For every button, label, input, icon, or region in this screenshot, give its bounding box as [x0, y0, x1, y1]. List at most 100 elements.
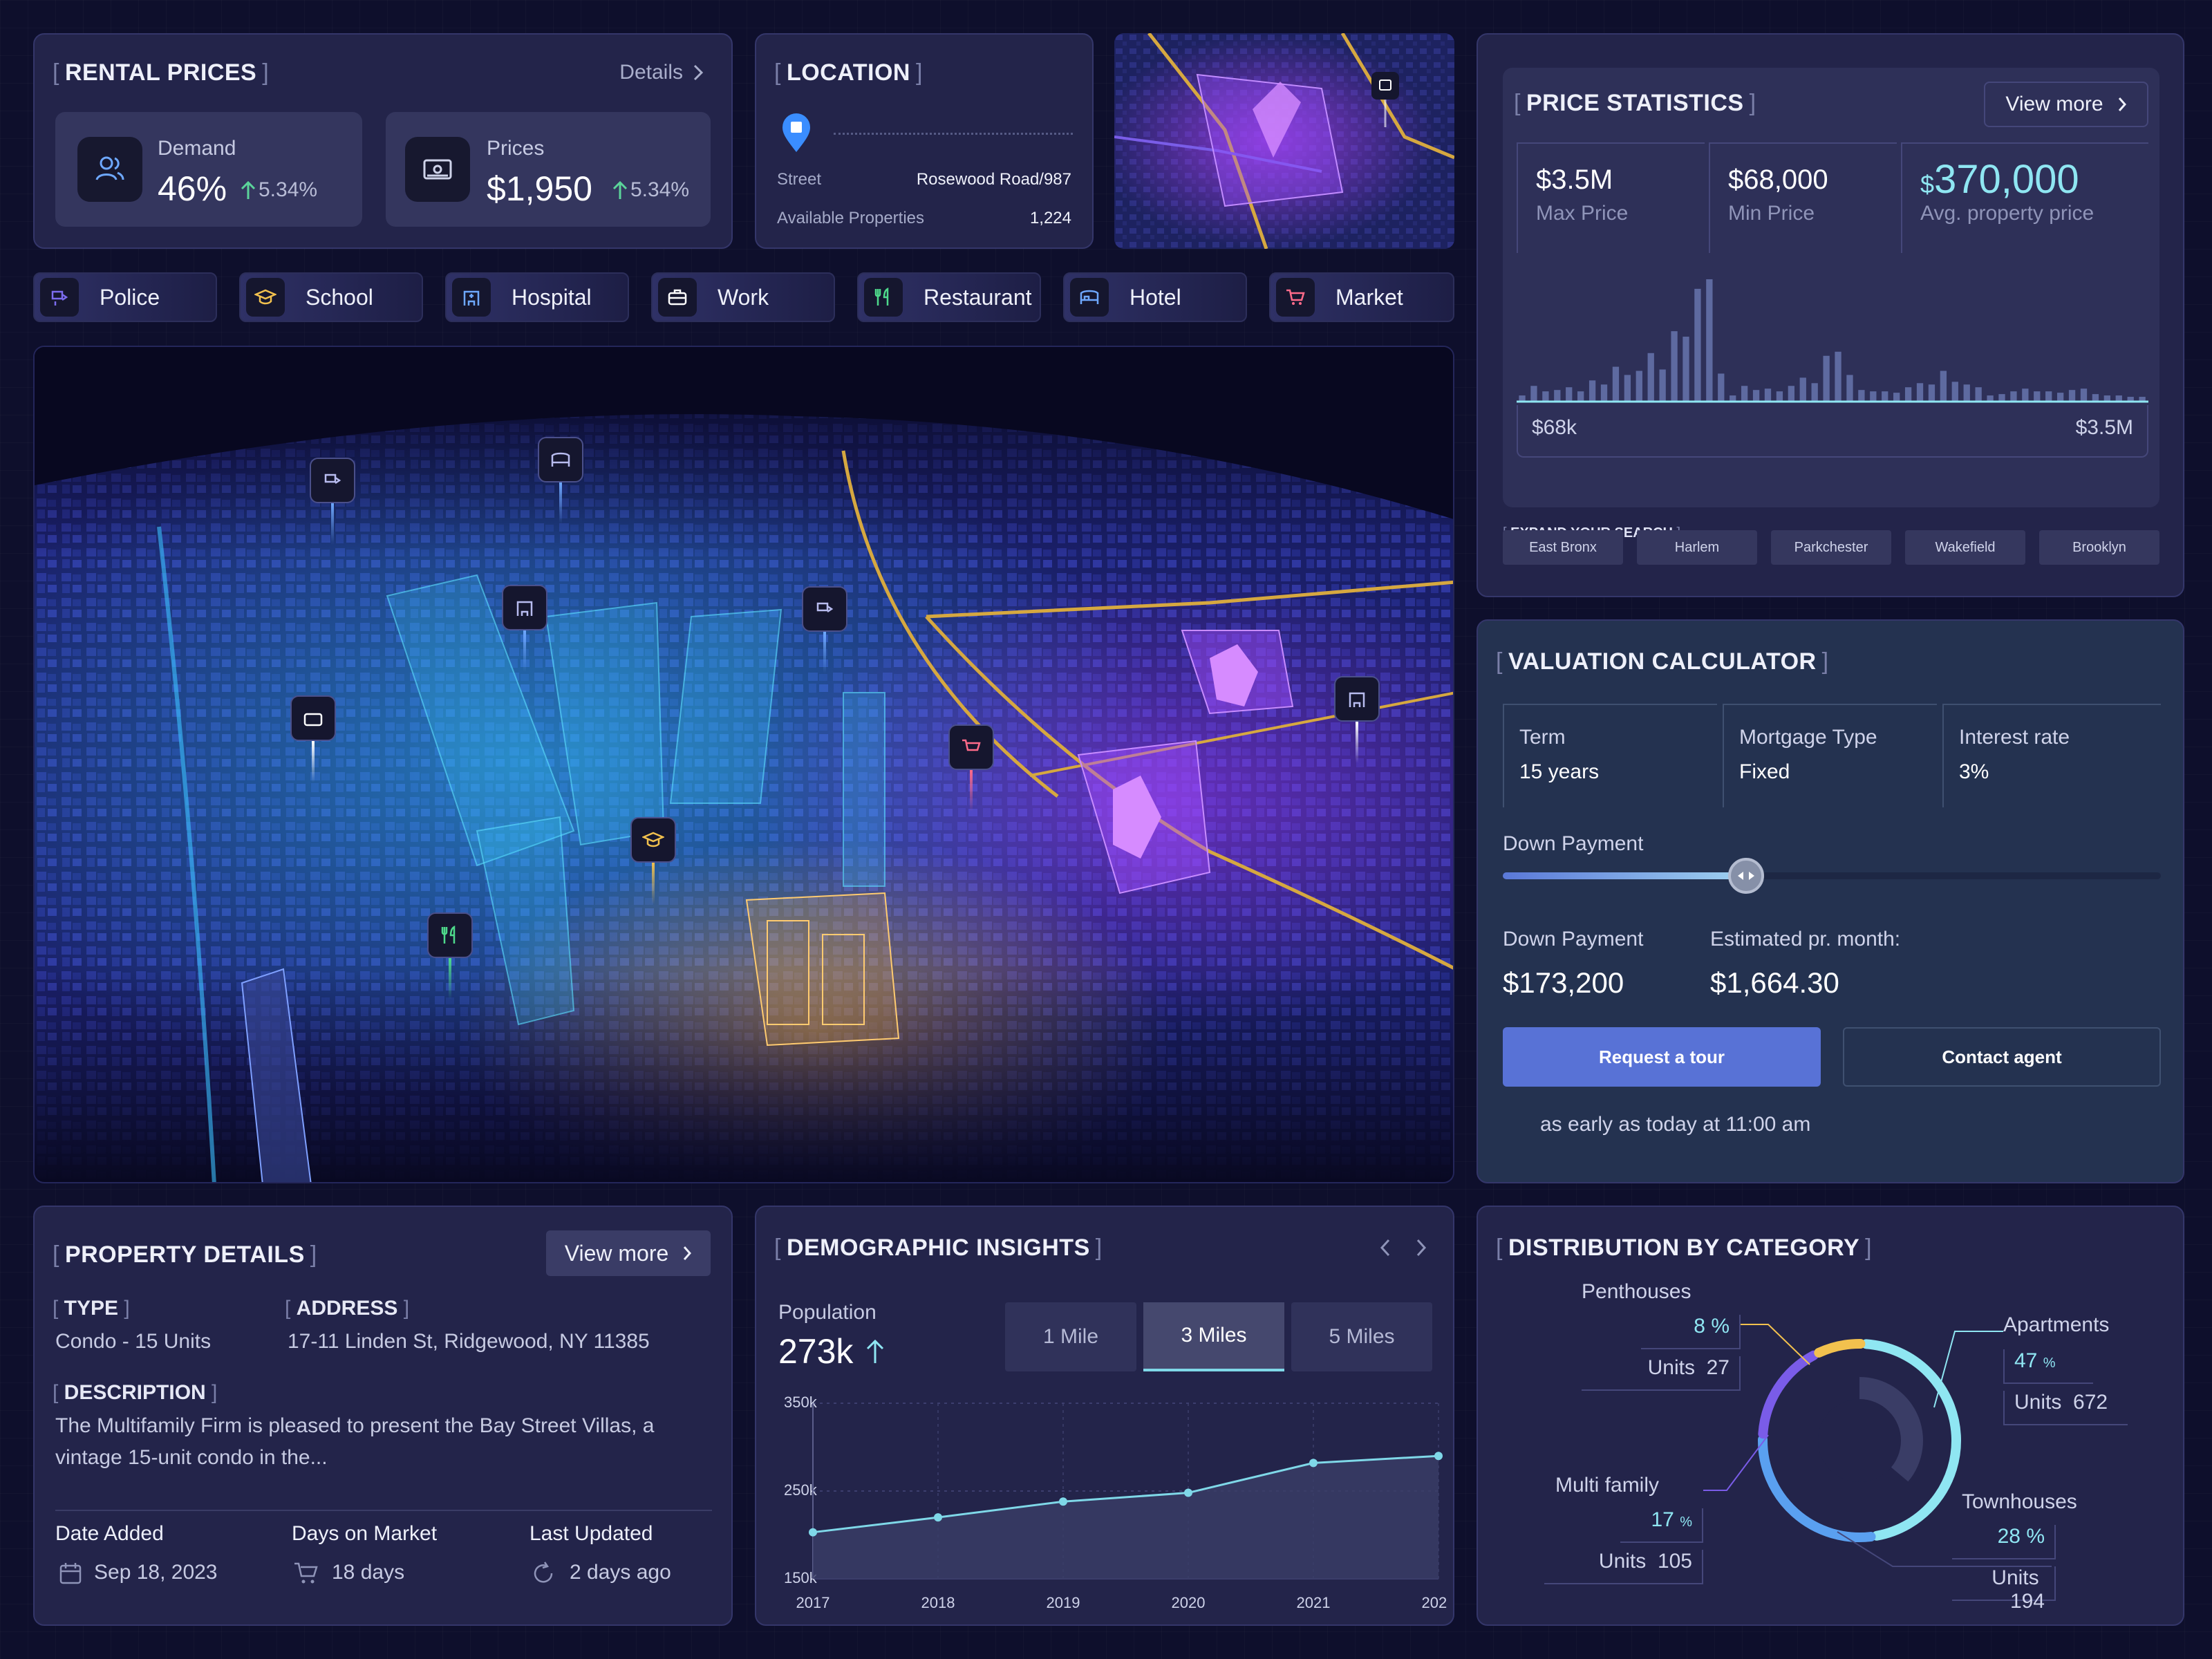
- distribution-panel: DISTRIBUTION BY CATEGORY Penthouses 8 % …: [1477, 1206, 2184, 1626]
- chip-market-label: Market: [1335, 284, 1403, 310]
- mini-map[interactable]: [1114, 33, 1454, 249]
- range-max-label: $3.5M: [2075, 416, 2133, 439]
- rental-prices-title: RENTAL PRICES: [53, 59, 269, 86]
- interest-rate-field[interactable]: Interest rate 3%: [1942, 704, 2161, 807]
- term-label: Term: [1519, 726, 1566, 749]
- chip-school[interactable]: School: [239, 272, 423, 322]
- request-tour-button[interactable]: Request a tour: [1503, 1027, 1821, 1087]
- tab-3-miles[interactable]: 3 Miles: [1143, 1302, 1284, 1371]
- penthouses-pct-value: 8: [1694, 1315, 1705, 1338]
- area-chip-parkchester[interactable]: Parkchester: [1771, 530, 1891, 565]
- penthouses-units: Units 27: [1582, 1356, 1741, 1391]
- map-pin-hospital[interactable]: [502, 585, 547, 675]
- property-view-more-label: View more: [564, 1240, 669, 1266]
- down-payment-slider[interactable]: [1503, 858, 2161, 894]
- townhouses-pct-sign: %: [2026, 1525, 2045, 1548]
- down-payment-value: $173,200: [1503, 966, 1624, 999]
- mortgage-type-value: Fixed: [1739, 760, 1790, 783]
- description-heading-text: DESCRIPTION: [64, 1381, 206, 1404]
- penthouses-pct-sign: %: [1711, 1315, 1730, 1338]
- tab-1-mile[interactable]: 1 Mile: [1005, 1302, 1136, 1371]
- histogram-bar: [1671, 331, 1678, 401]
- last-updated-value: 2 days ago: [570, 1561, 671, 1584]
- histogram-range: $68k $3.5M: [1517, 405, 2148, 458]
- term-field[interactable]: Term 15 years: [1503, 704, 1717, 807]
- donut-slice-multi-family: [1758, 1350, 1819, 1439]
- area-fill: [813, 1456, 1438, 1579]
- area-chip-wakefield[interactable]: Wakefield: [1905, 530, 2025, 565]
- apartments-units: Units 672: [2003, 1391, 2128, 1425]
- histogram-bar: [2103, 395, 2110, 401]
- townhouses-pct-value: 28: [1997, 1525, 2021, 1548]
- view-more-button[interactable]: View more: [1984, 82, 2148, 127]
- histogram-bar: [2092, 394, 2099, 401]
- histogram-bar: [1730, 395, 1736, 401]
- histogram-bar: [1928, 384, 1936, 401]
- prices-card: Prices $1,950 5.34%: [386, 112, 711, 227]
- property-view-more-button[interactable]: View more: [546, 1230, 711, 1276]
- population-value: 273k: [778, 1331, 885, 1371]
- map-pin-restaurant[interactable]: [427, 912, 473, 1002]
- interest-rate-label: Interest rate: [1959, 726, 2070, 749]
- data-point: [1309, 1459, 1318, 1468]
- police-icon: [802, 586, 847, 632]
- histogram-bar: [1683, 337, 1689, 401]
- interest-rate-value: 3%: [1959, 760, 1989, 783]
- apartments-pct-value: 47: [2014, 1349, 2038, 1372]
- map-pin-police-2[interactable]: [802, 586, 847, 676]
- chip-police-label: Police: [100, 284, 160, 310]
- demand-change-value: 5.34%: [259, 178, 318, 201]
- prices-change: 5.34%: [612, 178, 689, 202]
- chip-hotel[interactable]: Hotel: [1063, 272, 1247, 322]
- cart-icon: [294, 1562, 318, 1584]
- address-heading-text: ADDRESS: [296, 1297, 398, 1320]
- range-min-label: $68k: [1532, 416, 1577, 439]
- chip-restaurant[interactable]: Restaurant: [857, 272, 1041, 322]
- map-pin-police[interactable]: [310, 458, 355, 547]
- demographic-title: DEMOGRAPHIC INSIGHTS: [774, 1235, 1103, 1262]
- days-on-market-value: 18 days: [332, 1561, 405, 1584]
- hospital-icon: [502, 585, 547, 630]
- apartments-name: Apartments: [2003, 1313, 2110, 1336]
- map-pin-work[interactable]: [290, 695, 336, 785]
- street-value: Rosewood Road/987: [916, 170, 1071, 189]
- tab-5-miles[interactable]: 5 Miles: [1291, 1302, 1432, 1371]
- donut-hole: [1818, 1399, 1901, 1482]
- apartments-pct: 47 %: [2003, 1349, 2093, 1384]
- street-label: Street: [777, 170, 822, 189]
- slider-thumb[interactable]: [1728, 858, 1765, 894]
- demand-card: Demand 46% 5.34%: [55, 112, 362, 227]
- hotel-icon: [538, 437, 583, 482]
- chip-police[interactable]: Police: [33, 272, 217, 322]
- chevron-left-icon[interactable]: [1378, 1237, 1392, 1258]
- chip-work[interactable]: Work: [651, 272, 835, 322]
- histogram-bar: [1600, 384, 1608, 401]
- mortgage-type-field[interactable]: Mortgage Type Fixed: [1723, 704, 1937, 807]
- school-icon: [246, 278, 285, 317]
- arrow-up-icon: [867, 1339, 884, 1363]
- chip-market[interactable]: Market: [1269, 272, 1454, 322]
- area-chip-east-bronx[interactable]: East Bronx: [1503, 530, 1623, 565]
- histogram-bar: [1893, 393, 1900, 401]
- chip-hospital[interactable]: Hospital: [445, 272, 629, 322]
- area-chip-harlem[interactable]: Harlem: [1637, 530, 1757, 565]
- contact-agent-button[interactable]: Contact agent: [1843, 1027, 2161, 1087]
- hospital-icon: [1334, 676, 1380, 722]
- histogram-bar: [2056, 393, 2064, 401]
- map-pin-hotel[interactable]: [538, 437, 583, 527]
- penthouses-pct: 8 %: [1641, 1315, 1741, 1349]
- map-pin-school[interactable]: [630, 817, 676, 907]
- city-map[interactable]: [33, 346, 1454, 1183]
- x-tick-label: 2020: [1172, 1594, 1206, 1611]
- details-link[interactable]: Details: [619, 61, 704, 84]
- map-pin-hospital-2[interactable]: [1334, 676, 1380, 766]
- histogram-bar: [1542, 391, 1549, 401]
- x-tick-label: 2019: [1047, 1594, 1080, 1611]
- histogram-bar: [1904, 387, 1912, 401]
- chevron-right-icon[interactable]: [1414, 1237, 1428, 1258]
- area-chip-brooklyn[interactable]: Brooklyn: [2039, 530, 2159, 565]
- monthly-label: Estimated pr. month:: [1710, 928, 1901, 950]
- stat-avg-label: Avg. property price: [1920, 202, 2094, 225]
- multi-family-units-value: 105: [1657, 1550, 1692, 1573]
- map-pin-market[interactable]: [948, 724, 994, 814]
